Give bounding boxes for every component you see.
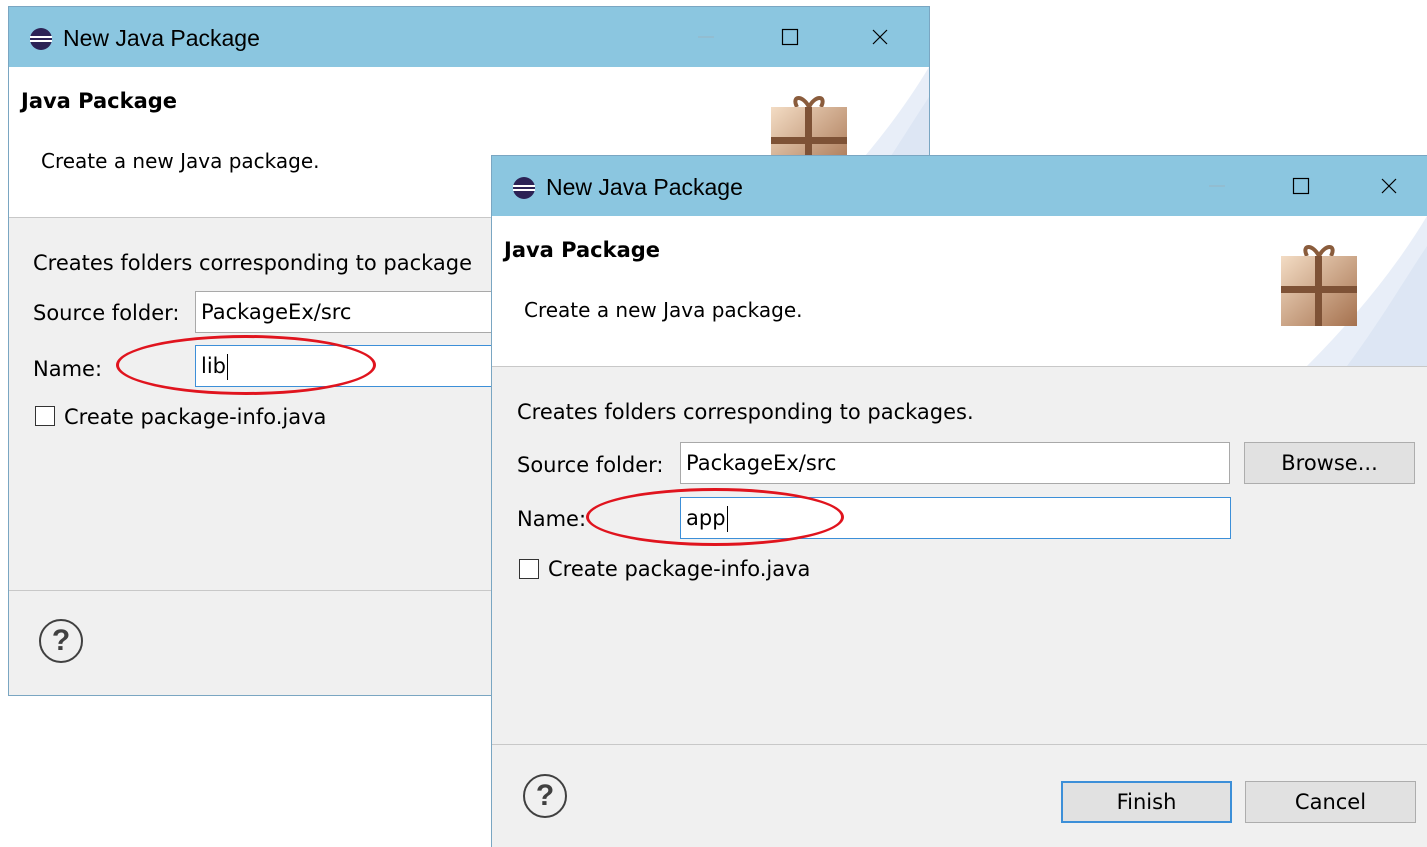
maximize-button[interactable] — [765, 17, 815, 57]
title-bar[interactable]: New Java Package — [9, 7, 929, 67]
title-bar[interactable]: New Java Package — [492, 156, 1427, 216]
minimize-icon — [698, 36, 714, 38]
browse-button[interactable]: Browse... — [1244, 442, 1415, 484]
source-folder-input[interactable]: PackageEx/src — [680, 442, 1230, 484]
create-package-info-checkbox[interactable] — [519, 559, 539, 579]
minimize-icon — [1209, 185, 1225, 187]
description-text: Creates folders corresponding to package — [33, 251, 473, 275]
maximize-icon — [1292, 177, 1310, 195]
footer-separator — [492, 744, 1427, 745]
minimize-button[interactable] — [681, 17, 731, 57]
package-gift-icon — [1281, 245, 1357, 326]
create-package-info-checkbox[interactable] — [35, 406, 55, 426]
page-title: Java Package — [21, 89, 178, 113]
window-title: New Java Package — [546, 174, 743, 200]
close-button[interactable] — [855, 17, 905, 57]
name-label: Name: — [517, 507, 587, 531]
cancel-button[interactable]: Cancel — [1245, 781, 1416, 823]
wizard-header: Java Package Create a new Java package. — [492, 216, 1427, 367]
name-label: Name: — [33, 357, 103, 381]
page-title: Java Package — [504, 238, 661, 262]
minimize-button[interactable] — [1192, 166, 1242, 206]
help-icon[interactable]: ? — [523, 774, 567, 818]
source-folder-label: Source folder: — [517, 453, 664, 477]
source-folder-label: Source folder: — [33, 301, 180, 325]
close-icon — [872, 29, 888, 45]
help-icon[interactable]: ? — [39, 619, 83, 663]
close-icon — [1381, 178, 1397, 194]
finish-button[interactable]: Finish — [1061, 781, 1232, 823]
maximize-button[interactable] — [1276, 166, 1326, 206]
eclipse-icon — [513, 177, 535, 199]
window-title: New Java Package — [63, 25, 260, 51]
create-package-info-label: Create package-info.java — [64, 405, 327, 429]
page-description: Create a new Java package. — [41, 149, 320, 173]
name-input[interactable]: app — [680, 497, 1231, 539]
close-button[interactable] — [1364, 166, 1414, 206]
description-text: Creates folders corresponding to package… — [517, 400, 974, 424]
create-package-info-label: Create package-info.java — [548, 557, 811, 581]
maximize-icon — [781, 28, 799, 46]
eclipse-icon — [30, 28, 52, 50]
page-description: Create a new Java package. — [524, 298, 803, 322]
dialog-new-java-package-front: New Java Package Java Package Create a n… — [491, 155, 1427, 847]
